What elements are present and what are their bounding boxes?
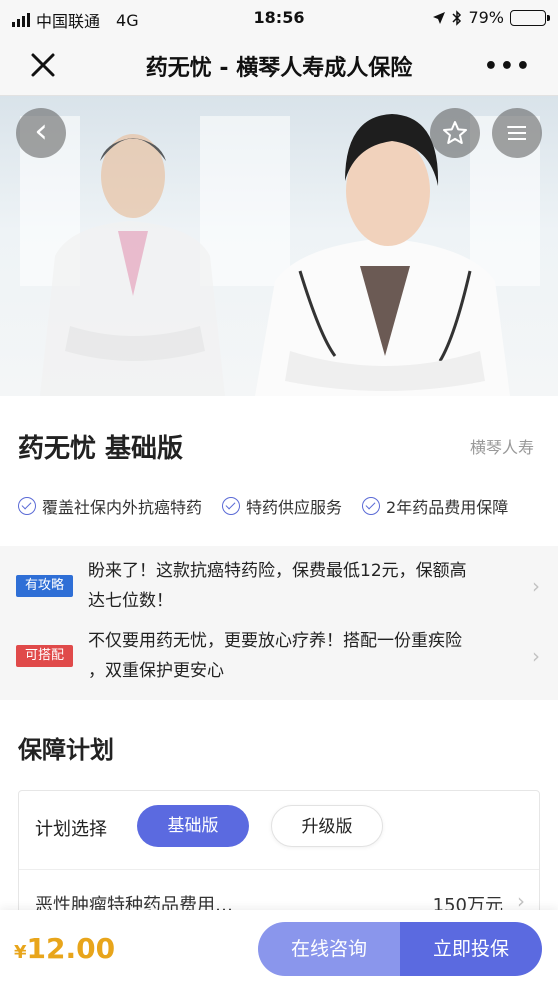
- bluetooth-icon: [452, 9, 462, 26]
- action-buttons: 在线咨询 立即投保: [258, 922, 542, 976]
- check-circle-icon: [222, 497, 241, 515]
- buy-now-button[interactable]: 立即投保: [400, 922, 542, 976]
- chevron-right-icon: ›: [532, 574, 540, 598]
- hero-banner-image: ‹: [0, 96, 558, 396]
- battery-percent: 79%: [468, 8, 504, 27]
- price: ¥12.00: [14, 932, 115, 965]
- nav-bar: 药无忧 - 横琴人寿成人保险 •••: [0, 34, 558, 96]
- plan-option-upgrade[interactable]: 升级版: [271, 805, 383, 847]
- favorite-button[interactable]: [430, 108, 480, 158]
- tip-text: 盼来了！这款抗癌特药险，保费最低12元，保额高 达七位数！: [88, 556, 518, 616]
- plan-select-label: 计划选择: [35, 819, 107, 840]
- tip-text: 不仅要用药无忧，更要放心疗养！搭配一份重疾险 ，双重保护更安心: [88, 626, 518, 686]
- battery-icon: [510, 9, 550, 26]
- feature-label: 覆盖社保内外抗癌特药: [42, 498, 203, 517]
- back-button[interactable]: ‹: [16, 108, 66, 158]
- tips-panel: 有攻略 盼来了！这款抗癌特药险，保费最低12元，保额高 达七位数！ › 可搭配 …: [0, 546, 558, 700]
- bottom-action-bar: ¥12.00 在线咨询 立即投保: [0, 910, 558, 988]
- check-circle-icon: [362, 497, 381, 515]
- female-doctor-figure: [255, 114, 510, 396]
- currency-symbol: ¥: [14, 942, 27, 963]
- more-menu-icon[interactable]: •••: [484, 54, 532, 79]
- section-title: 保障计划: [18, 736, 114, 764]
- chevron-right-icon: ›: [532, 644, 540, 668]
- location-arrow-icon: [433, 11, 446, 24]
- male-doctor-figure: [40, 134, 225, 396]
- tip-combo[interactable]: 可搭配 不仅要用药无忧，更要放心疗养！搭配一份重疾险 ，双重保护更安心 ›: [0, 624, 558, 688]
- status-right: 79%: [432, 8, 550, 27]
- plan-option-basic[interactable]: 基础版: [137, 805, 249, 847]
- tip-text-line: ，双重保护更安心: [88, 661, 224, 681]
- page-title: 药无忧 - 横琴人寿成人保险: [145, 56, 413, 81]
- strategy-badge: 有攻略: [16, 575, 73, 597]
- tip-text-line: 不仅要用药无忧，更要放心疗养！搭配一份重疾险: [88, 631, 462, 651]
- insurer-name: 横琴人寿: [469, 438, 534, 457]
- online-consult-button[interactable]: 在线咨询: [258, 922, 400, 976]
- list-icon: [507, 126, 526, 140]
- combo-badge: 可搭配: [16, 645, 73, 667]
- close-icon[interactable]: [28, 50, 58, 80]
- feature-list: 覆盖社保内外抗癌特药 特药供应服务 2年药品费用保障: [18, 494, 558, 518]
- price-value: 12.00: [26, 932, 116, 965]
- feature-label: 特药供应服务: [246, 498, 343, 517]
- feature-label: 2年药品费用保障: [386, 498, 509, 517]
- list-menu-button[interactable]: [492, 108, 542, 158]
- check-circle-icon: [18, 497, 36, 515]
- tip-text-line: 达七位数！: [88, 591, 173, 611]
- divider: [19, 869, 539, 870]
- product-name: 药无忧 基础版: [18, 434, 184, 464]
- feature-item: 特药供应服务: [222, 494, 342, 518]
- star-icon: [443, 121, 467, 144]
- feature-item: 2年药品费用保障: [362, 494, 508, 518]
- feature-item: 覆盖社保内外抗癌特药: [18, 494, 202, 518]
- tip-strategy[interactable]: 有攻略 盼来了！这款抗癌特药险，保费最低12元，保额高 达七位数！ ›: [0, 554, 558, 618]
- status-bar: 中国联通 4G 18:56 79%: [0, 0, 558, 34]
- tip-text-line: 盼来了！这款抗癌特药险，保费最低12元，保额高: [88, 561, 467, 581]
- back-arrow-icon: ‹: [34, 111, 48, 151]
